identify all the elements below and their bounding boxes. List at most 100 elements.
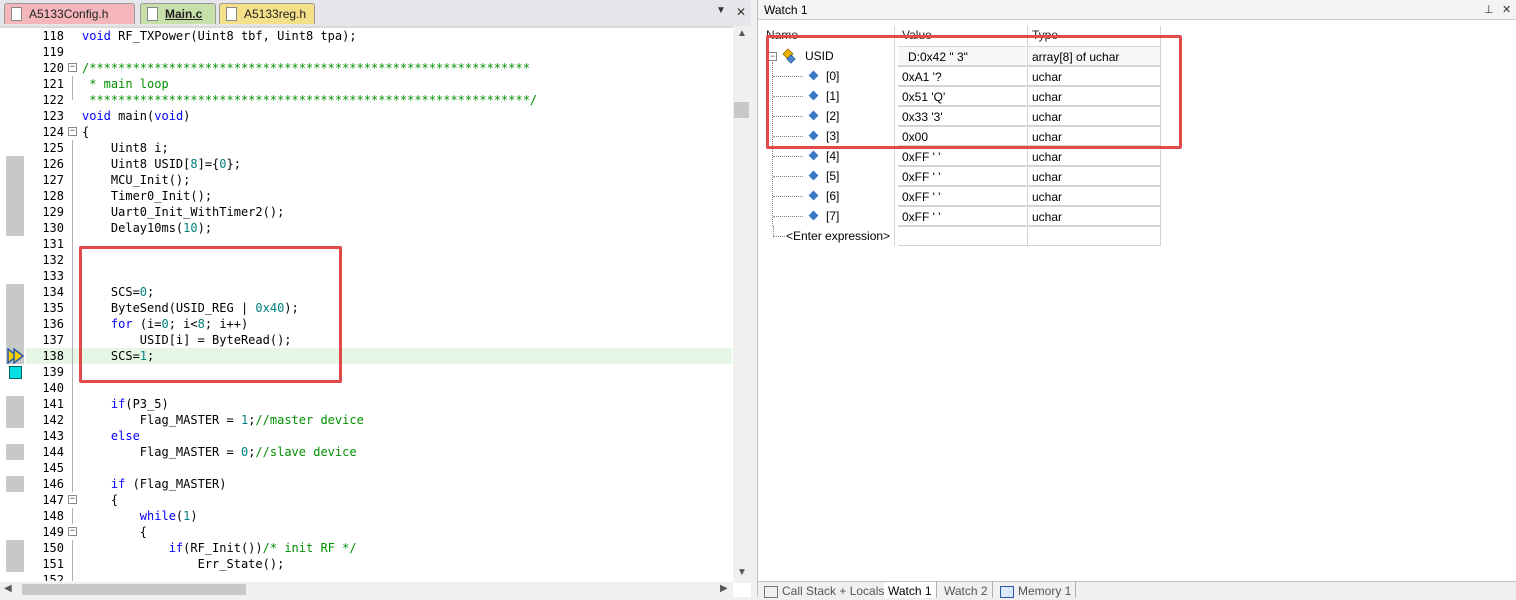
scrollbar-thumb[interactable] [22,584,246,595]
element-icon [808,170,819,181]
watch-value[interactable]: 0xFF ' ' [898,186,1026,205]
scroll-down-icon[interactable]: ▼ [737,567,747,578]
tab-watch-2[interactable]: Watch 2 [940,582,993,598]
line-number: 136 [42,317,64,331]
tab-call-stack-locals[interactable]: Call Stack + Locals [760,582,890,598]
watch-name: [7] [826,209,840,223]
coverage-marker [6,156,24,236]
scroll-up-icon[interactable]: ▲ [737,28,747,39]
watch-row-item[interactable]: [7] 0xFF ' ' uchar [762,206,1162,226]
watch-row-item[interactable]: [6] 0xFF ' ' uchar [762,186,1162,206]
tab-watch-1[interactable]: Watch 1 [884,582,937,598]
scrollbar-thumb[interactable] [734,102,749,118]
tab-memory-1[interactable]: Memory 1 [996,582,1077,598]
line-number: 119 [42,45,64,59]
file-tab-bar: A5133Config.h Main.c A5133reg.h ▼ ✕ [0,0,751,28]
fold-toggle-icon[interactable]: − [68,527,77,536]
code-line: 123 void main(void) [26,108,732,124]
line-number: 123 [42,109,64,123]
call-stack-icon [764,585,778,598]
line-number: 124 [42,125,64,139]
scroll-left-icon[interactable]: ◀ [4,583,12,594]
line-number: 143 [42,429,64,443]
breakpoint-gutter[interactable] [0,28,26,585]
line-number: 127 [42,173,64,187]
line-number: 121 [42,77,64,91]
document-icon [226,7,237,21]
code-line: 143 else [26,428,732,444]
code-line: 146 if (Flag_MASTER) [26,476,732,492]
line-number: 142 [42,413,64,427]
pin-icon[interactable]: ⊥ [1484,0,1494,20]
coverage-marker [6,540,24,572]
enter-expression-row[interactable]: <Enter expression> [762,226,1162,246]
coverage-marker [6,476,24,492]
fold-toggle-icon[interactable]: − [68,495,77,504]
watch-value[interactable] [898,226,1026,245]
line-text: else [82,429,140,443]
watch-value[interactable]: 0xFF ' ' [898,206,1026,225]
code-line: 128 Timer0_Init(); [26,188,732,204]
watch-type [1028,226,1160,245]
line-number: 147 [42,493,64,507]
line-text: while(1) [139,509,198,523]
code-line: 142 Flag_MASTER = 1;//master device [26,412,732,428]
line-number: 140 [42,381,64,395]
scroll-right-icon[interactable]: ▶ [720,583,728,594]
enter-expression-input[interactable]: <Enter expression> [786,226,890,246]
line-number: 149 [42,525,64,539]
close-icon[interactable]: ✕ [1502,0,1511,20]
code-line: 121 * main loop [26,76,732,92]
line-text: if(RF_Init())/* init RF */ [168,541,357,555]
line-text: ****************************************… [82,93,538,107]
line-text: Uint8 i; [82,141,169,155]
line-text: { [82,525,148,539]
coverage-marker [6,444,24,460]
document-icon [11,7,22,21]
line-number: 125 [42,141,64,155]
line-number: 132 [42,253,64,267]
element-icon [808,190,819,201]
watch-row-item[interactable]: [4] 0xFF ' ' uchar [762,146,1162,166]
watch-name: [5] [826,169,840,183]
element-icon [808,150,819,161]
line-text: Flag_MASTER = 1;//master device [82,413,364,427]
vertical-scrollbar[interactable]: ▲ ▼ [733,26,751,583]
code-editor: A5133Config.h Main.c A5133reg.h ▼ ✕ 118 v… [0,0,751,597]
code-line: 118 void RF_TXPower(Uint8 tbf, Uint8 tpa)… [26,28,732,44]
watch-row-item[interactable]: [5] 0xFF ' ' uchar [762,166,1162,186]
line-number: 118 [42,29,64,43]
horizontal-scrollbar[interactable]: ◀ ▶ [0,582,733,597]
watch-value[interactable]: 0xFF ' ' [898,166,1026,185]
tab-a5133config-h[interactable]: A5133Config.h [4,3,135,24]
close-icon[interactable]: ✕ [736,5,746,19]
line-number: 129 [42,205,64,219]
code-line: 126 Uint8 USID[8]={0}; [26,156,732,172]
tab-a5133reg-h[interactable]: A5133reg.h [219,3,315,24]
tab-main-c[interactable]: Main.c [140,3,216,24]
line-text: { [82,493,119,507]
cursor-marker-icon [9,366,22,379]
current-execution-arrow-icon [7,348,25,364]
line-number: 134 [42,285,64,299]
tab-label: Watch 1 [888,584,932,598]
line-text: Delay10ms(10); [82,221,213,235]
watch-name: [6] [826,189,840,203]
watch-name: [4] [826,149,840,163]
memory-icon [1000,585,1014,598]
code-line: 119 [26,44,732,60]
line-text: if (Flag_MASTER) [110,477,227,491]
tab-list-dropdown-icon[interactable]: ▼ [716,5,726,16]
watch-type: uchar [1028,206,1160,225]
line-number: 144 [42,445,64,459]
fold-toggle-icon[interactable]: − [68,63,77,72]
tab-label: Main.c [165,7,203,21]
line-text: Flag_MASTER = 0;//slave device [82,445,357,459]
coverage-marker [6,396,24,428]
highlight-box [766,35,1182,149]
line-number: 135 [42,301,64,315]
fold-toggle-icon[interactable]: − [68,127,77,136]
line-number: 152 [42,573,64,581]
code-line: 125 Uint8 i; [26,140,732,156]
line-text: Err_State(); [82,557,285,571]
